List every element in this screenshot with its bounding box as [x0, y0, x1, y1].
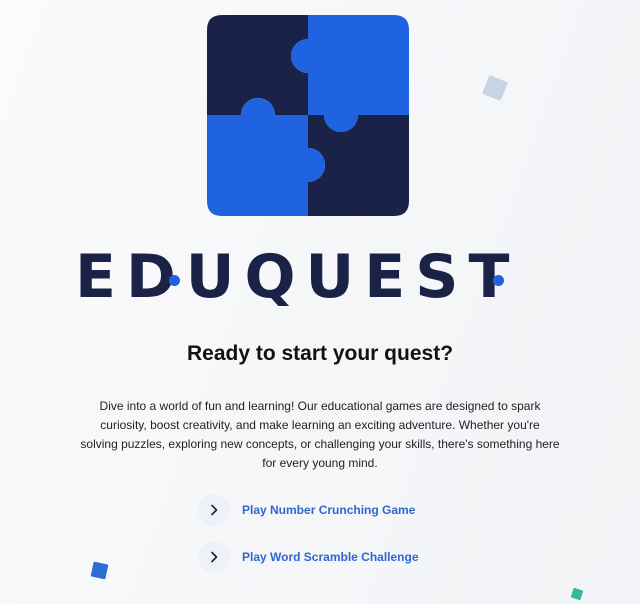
confetti-square [90, 561, 109, 580]
brand-name: EDUQUEST [75, 242, 520, 312]
puzzle-piece-bottom-left [207, 98, 325, 216]
play-word-scramble-label: Play Word Scramble Challenge [242, 550, 419, 564]
page-headline: Ready to start your quest? [186, 342, 454, 365]
play-number-crunching-link[interactable]: Play Number Crunching Game [198, 493, 415, 527]
wordmark-dot [169, 275, 180, 286]
chevron-right-icon [198, 494, 230, 526]
chevron-right-icon [198, 541, 230, 573]
brand-wordmark: EDUQUEST [75, 247, 545, 307]
wordmark-dot [493, 275, 504, 286]
play-word-scramble-link[interactable]: Play Word Scramble Challenge [198, 540, 419, 574]
puzzle-piece-top-right [290, 15, 409, 132]
intro-paragraph: Dive into a world of fun and learning! O… [80, 399, 560, 470]
play-number-crunching-label: Play Number Crunching Game [242, 503, 416, 517]
puzzle-pieces-icon [207, 15, 409, 216]
